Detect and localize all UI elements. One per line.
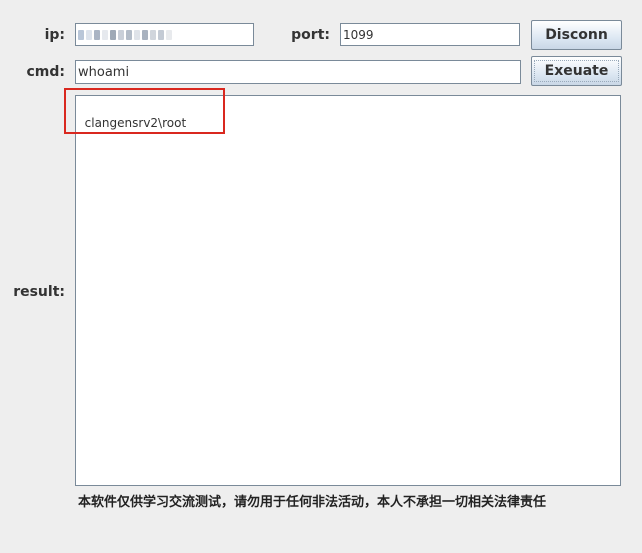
port-label: port: (291, 27, 330, 43)
result-textarea[interactable]: clangensrv2\root (75, 95, 621, 486)
ip-redacted-mask (78, 27, 178, 43)
disclaimer-text: 本软件仅供学习交流测试，请勿用于任何非法活动，本人不承担一切相关法律责任 (78, 495, 547, 510)
execute-button-label: Exeuate (544, 63, 609, 79)
cmd-field[interactable] (75, 60, 521, 84)
result-label: result: (13, 284, 65, 300)
disconnect-button[interactable]: Disconn (531, 20, 622, 50)
result-output-text: clangensrv2\root (84, 116, 187, 130)
ip-label: ip: (44, 27, 65, 43)
port-field[interactable] (340, 23, 520, 46)
disconnect-button-label: Disconn (545, 27, 608, 43)
cmd-label: cmd: (26, 64, 65, 80)
execute-button[interactable]: Exeuate (531, 56, 622, 86)
